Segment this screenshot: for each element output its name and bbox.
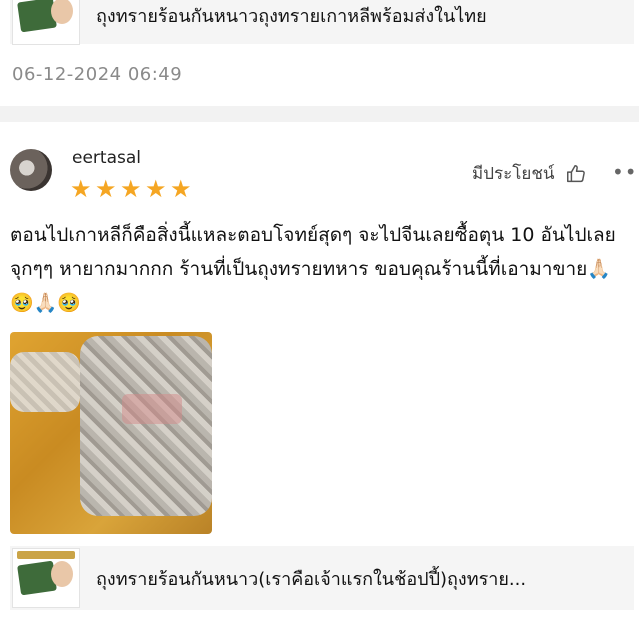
thumbs-up-icon xyxy=(566,164,585,182)
star-icon: ★ xyxy=(95,175,117,203)
review-text: ตอนไปเกาหลีก็คือสิ่งนี้แหละตอบโจทย์สุดๆ … xyxy=(10,224,616,314)
reviewer-username[interactable]: eertasal xyxy=(72,148,141,168)
helpful-button[interactable]: มีประโยชน์ xyxy=(472,160,587,187)
avatar[interactable] xyxy=(10,149,52,191)
star-icon: ★ xyxy=(120,175,142,203)
product-title: ถุงทรายร้อนกันหนาว(เราคือเจ้าแรกในช้อปปี… xyxy=(96,568,527,590)
rating-stars: ★ ★ ★ ★ ★ xyxy=(70,175,192,203)
review-card: eertasal ★ ★ ★ ★ ★ มีประโยชน์ ••• ตอนไปเ… xyxy=(0,122,639,639)
helpful-label: มีประโยชน์ xyxy=(472,164,555,184)
review-timestamp: 06-12-2024 06:49 xyxy=(12,64,183,85)
product-thumbnail xyxy=(12,0,80,45)
product-link[interactable]: ถุงทรายร้อนกันหนาว(เราคือเจ้าแรกในช้อปปี… xyxy=(10,546,634,610)
star-icon: ★ xyxy=(170,175,192,203)
star-icon: ★ xyxy=(70,175,92,203)
star-icon: ★ xyxy=(145,175,167,203)
product-title: ถุงทรายร้อนกันหนาวถุงทรายเกาหลีพร้อมส่งใ… xyxy=(96,5,487,27)
review-photo[interactable] xyxy=(10,332,212,534)
previous-review-card: ถุงทรายร้อนกันหนาวถุงทรายเกาหลีพร้อมส่งใ… xyxy=(0,0,639,106)
product-link[interactable]: ถุงทรายร้อนกันหนาวถุงทรายเกาหลีพร้อมส่งใ… xyxy=(10,0,634,45)
more-dots-icon[interactable]: ••• xyxy=(612,160,639,184)
product-thumbnail xyxy=(12,548,80,608)
